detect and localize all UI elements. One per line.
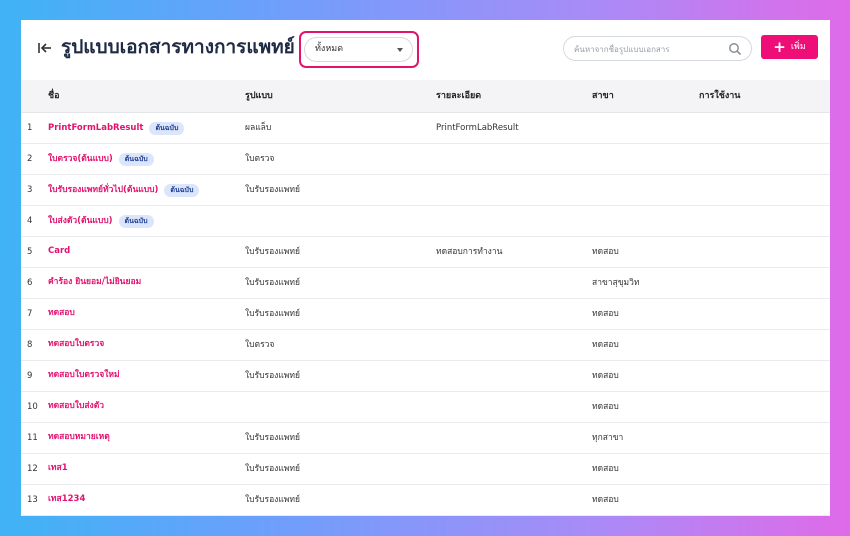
format-cell: ใบรับรองแพทย์ (245, 309, 300, 319)
table-row[interactable]: 4 ใบส่งตัว(ต้นแบบ) ต้นฉบับ (21, 206, 830, 237)
document-name-text: เทส1234 (48, 494, 86, 504)
page-header: รูปแบบเอกสารทางการแพทย์ ทั้งหมด + เพิ่ม (21, 20, 830, 80)
search-box (563, 36, 752, 61)
table-body: 1 PrintFormLabResult ต้นฉบับ ผลแล็บ PrintFor… (21, 113, 830, 516)
table-row[interactable]: 13 เทส1234 ใบรับรองแพทย์ ทดสอบ (21, 485, 830, 516)
document-name-text: ทดสอบ (48, 308, 75, 318)
row-number: 7 (27, 309, 33, 319)
table-header: ชื่อ รูปแบบ รายละเอียด สาขา การใช้งาน (21, 80, 830, 113)
document-name-link[interactable]: ทดสอบ (48, 308, 75, 319)
document-name-link[interactable]: ทดสอบหมายเหตุ (48, 432, 110, 443)
original-badge: ต้นฉบับ (118, 153, 154, 166)
search-icon[interactable] (728, 42, 742, 56)
document-name-text: ใบรับรองแพทย์ทั่วไป(ต้นแบบ) (48, 185, 159, 195)
branch-cell: ทดสอบ (592, 371, 619, 381)
table-row[interactable]: 10 ทดสอบใบส่งตัว ทดสอบ (21, 392, 830, 423)
format-cell: ใบตรวจ (245, 154, 275, 164)
column-header-usage: การใช้งาน (699, 91, 741, 101)
document-name-link[interactable]: คำร้อง ยินยอม/ไม่ยินยอม (48, 277, 141, 288)
branch-cell: ทดสอบ (592, 402, 619, 412)
document-name-text: ทดสอบหมายเหตุ (48, 432, 110, 442)
branch-cell: ทดสอบ (592, 309, 619, 319)
table-row[interactable]: 9 ทดสอบใบตรวจใหม่ ใบรับรองแพทย์ ทดสอบ (21, 361, 830, 392)
format-cell: ใบรับรองแพทย์ (245, 185, 300, 195)
branch-cell: ทดสอบ (592, 340, 619, 350)
document-name-text: ทดสอบใบส่งตัว (48, 401, 104, 411)
row-number: 2 (27, 154, 33, 164)
document-name-link[interactable]: ทดสอบใบตรวจใหม่ (48, 370, 120, 381)
row-number: 6 (27, 278, 33, 288)
document-name-text: ทดสอบใบตรวจ (48, 339, 105, 349)
table-row[interactable]: 7 ทดสอบ ใบรับรองแพทย์ ทดสอบ (21, 299, 830, 330)
branch-cell: ทุกสาขา (592, 433, 624, 443)
column-header-detail: รายละเอียด (436, 91, 482, 101)
page-title: รูปแบบเอกสารทางการแพทย์ (61, 36, 295, 58)
filter-selected-value: ทั้งหมด (315, 44, 344, 54)
document-name-link[interactable]: เทส1234 (48, 494, 85, 505)
format-cell: ใบรับรองแพทย์ (245, 495, 300, 505)
row-number: 11 (27, 433, 38, 443)
row-number: 5 (27, 247, 33, 257)
detail-cell: ทดสอบการทำงาน (436, 247, 503, 257)
column-header-format: รูปแบบ (245, 91, 273, 101)
branch-cell: ทดสอบ (592, 464, 619, 474)
table-row[interactable]: 5 Card ใบรับรองแพทย์ ทดสอบการทำงาน ทดสอบ (21, 237, 830, 268)
format-cell: ใบรับรองแพทย์ (245, 278, 300, 288)
table-row[interactable]: 1 PrintFormLabResult ต้นฉบับ ผลแล็บ PrintFor… (21, 113, 830, 144)
collapse-back-button[interactable] (36, 39, 54, 57)
table-row[interactable]: 11 ทดสอบหมายเหตุ ใบรับรองแพทย์ ทุกสาขา (21, 423, 830, 454)
plus-icon: + (773, 37, 786, 56)
document-name-link[interactable]: PrintFormLabResult ต้นฉบับ (48, 122, 185, 135)
document-name-text: คำร้อง ยินยอม/ไม่ยินยอม (48, 277, 142, 287)
document-name-text: ใบตรวจ(ต้นแบบ) (48, 154, 113, 164)
format-cell: ผลแล็บ (245, 123, 272, 133)
document-name-text: PrintFormLabResult (48, 123, 144, 133)
table-row[interactable]: 12 เทส1 ใบรับรองแพทย์ ทดสอบ (21, 454, 830, 485)
row-number: 13 (27, 495, 38, 505)
document-name-text: เทส1 (48, 463, 68, 473)
row-number: 12 (27, 464, 38, 474)
table-row[interactable]: 6 คำร้อง ยินยอม/ไม่ยินยอม ใบรับรองแพทย์ สาข… (21, 268, 830, 299)
table-row[interactable]: 3 ใบรับรองแพทย์ทั่วไป(ต้นแบบ) ต้นฉบับ ใบรับ… (21, 175, 830, 206)
row-number: 4 (27, 216, 33, 226)
format-cell: ใบรับรองแพทย์ (245, 371, 300, 381)
row-number: 1 (27, 123, 33, 133)
branch-cell: สาขาสุขุมวิท (592, 278, 640, 288)
column-header-name: ชื่อ (48, 91, 60, 101)
table-row[interactable]: 2 ใบตรวจ(ต้นแบบ) ต้นฉบับ ใบตรวจ (21, 144, 830, 175)
detail-cell: PrintFormLabResult (436, 123, 519, 133)
row-number: 8 (27, 340, 33, 350)
document-name-text: ทดสอบใบตรวจใหม่ (48, 370, 120, 380)
search-input[interactable] (574, 41, 724, 57)
document-name-link[interactable]: ใบตรวจ(ต้นแบบ) ต้นฉบับ (48, 153, 154, 166)
chevron-down-icon (397, 48, 403, 52)
branch-cell: ทดสอบ (592, 495, 619, 505)
arrow-left-bar-icon (38, 43, 51, 53)
add-button[interactable]: + เพิ่ม (761, 35, 818, 59)
original-badge: ต้นฉบับ (149, 122, 185, 135)
row-number: 9 (27, 371, 33, 381)
original-badge: ต้นฉบับ (164, 184, 200, 197)
document-name-link[interactable]: ทดสอบใบส่งตัว (48, 401, 104, 412)
table-row[interactable]: 8 ทดสอบใบตรวจ ใบตรวจ ทดสอบ (21, 330, 830, 361)
add-button-label: เพิ่ม (790, 42, 806, 52)
original-badge: ต้นฉบับ (118, 215, 154, 228)
main-panel: รูปแบบเอกสารทางการแพทย์ ทั้งหมด + เพิ่ม … (21, 20, 830, 516)
document-name-link[interactable]: ใบส่งตัว(ต้นแบบ) ต้นฉบับ (48, 215, 154, 228)
format-cell: ใบรับรองแพทย์ (245, 247, 300, 257)
row-number: 3 (27, 185, 33, 195)
document-name-link[interactable]: ทดสอบใบตรวจ (48, 339, 104, 350)
column-header-branch: สาขา (592, 91, 614, 101)
format-cell: ใบรับรองแพทย์ (245, 464, 300, 474)
document-name-text: ใบส่งตัว(ต้นแบบ) (48, 216, 113, 226)
row-number: 10 (27, 402, 38, 412)
branch-cell: ทดสอบ (592, 247, 619, 257)
format-cell: ใบรับรองแพทย์ (245, 433, 300, 443)
filter-dropdown[interactable]: ทั้งหมด (304, 37, 413, 62)
document-name-link[interactable]: Card (48, 246, 70, 257)
document-name-text: Card (48, 246, 71, 256)
document-name-link[interactable]: ใบรับรองแพทย์ทั่วไป(ต้นแบบ) ต้นฉบับ (48, 184, 200, 197)
format-cell: ใบตรวจ (245, 340, 275, 350)
document-name-link[interactable]: เทส1 (48, 463, 68, 474)
